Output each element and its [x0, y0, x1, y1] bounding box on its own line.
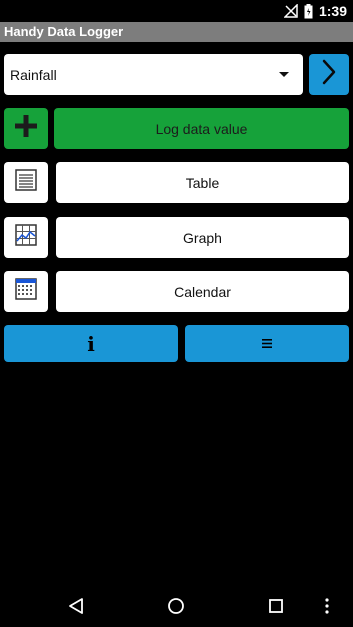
menu-icon — [262, 335, 272, 353]
next-series-button[interactable] — [309, 54, 349, 95]
calendar-label: Calendar — [174, 283, 231, 300]
graph-icon — [15, 224, 37, 251]
add-button[interactable] — [4, 108, 48, 149]
graph-icon-button[interactable] — [4, 217, 48, 258]
table-icon — [15, 169, 37, 196]
calendar-icon-button[interactable] — [4, 271, 48, 312]
plus-icon — [15, 115, 37, 142]
overflow-icon[interactable] — [324, 597, 330, 615]
graph-button[interactable]: Graph — [56, 217, 349, 258]
info-button[interactable]: i — [4, 325, 178, 362]
table-button[interactable]: Table — [56, 162, 349, 203]
app-title: Handy Data Logger — [0, 22, 353, 42]
system-nav-bar — [0, 585, 353, 627]
battery-icon — [304, 3, 313, 19]
calendar-icon — [15, 278, 37, 305]
no-signal-icon — [283, 4, 298, 18]
dropdown-selected-value: Rainfall — [10, 66, 57, 83]
status-time: 1:39 — [318, 3, 347, 19]
back-icon[interactable] — [68, 597, 84, 615]
chevron-right-icon — [319, 59, 339, 90]
home-icon[interactable] — [167, 597, 185, 615]
table-icon-button[interactable] — [4, 162, 48, 203]
caret-down-icon — [279, 72, 289, 77]
info-icon: i — [87, 331, 95, 356]
recents-icon[interactable] — [268, 597, 284, 615]
series-dropdown[interactable]: Rainfall — [4, 54, 303, 95]
menu-button[interactable] — [185, 325, 349, 362]
status-bar: 1:39 — [0, 0, 353, 22]
calendar-button[interactable]: Calendar — [56, 271, 349, 312]
log-data-value-button[interactable]: Log data value — [54, 108, 349, 149]
status-icons: 1:39 — [283, 3, 347, 19]
graph-label: Graph — [183, 229, 222, 246]
table-label: Table — [185, 174, 220, 191]
log-data-value-label: Log data value — [155, 120, 248, 137]
